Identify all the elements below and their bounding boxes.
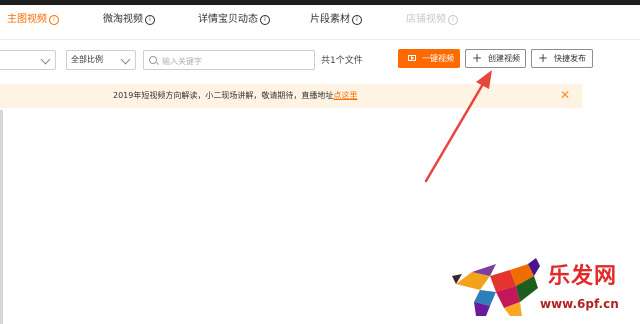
notice-text: 2019年短视频方向解读，小二现场讲解，敬请期待，直播地址 [113,91,334,100]
notice-link[interactable]: 点这里 [333,91,357,100]
info-icon[interactable]: i [49,15,59,25]
quick-publish-button[interactable]: + 快捷发布 [531,49,593,68]
create-video-label: 创建视频 [488,54,520,63]
watermark-url: www.6pf.cn [540,297,619,311]
search-box [143,50,315,70]
search-input[interactable] [160,53,314,69]
video-type-tabs: 主图视频 i 微淘视频 i 详情宝贝动态 i 片段素材 i 店铺视频 i [0,5,640,40]
tab-clip-material[interactable]: 片段素材 i [310,13,362,27]
chevron-down-icon [40,54,51,65]
tab-store-video[interactable]: 店铺视频 i [406,13,458,27]
info-icon[interactable]: i [352,15,362,25]
notice-message: 2019年短视频方向解读，小二现场讲解，敬请期待，直播地址点这里 [113,90,357,101]
quick-publish-label: 快捷发布 [554,54,586,63]
one-click-video-button[interactable]: 一键视频 [398,49,460,68]
search-icon[interactable] [149,56,157,64]
info-icon[interactable]: i [260,15,270,25]
plus-icon: + [538,51,549,65]
ratio-select-value: 全部比例 [71,55,103,64]
plus-icon: + [472,51,483,65]
tab-detail-item-dynamic[interactable]: 详情宝贝动态 i [198,13,270,27]
create-video-button[interactable]: + 创建视频 [465,49,526,68]
tab-label: 详情宝贝动态 [198,14,258,25]
info-icon[interactable]: i [145,15,155,25]
notice-banner: 2019年短视频方向解读，小二现场讲解，敬请期待，直播地址点这里 ✕ [0,84,582,108]
file-count: 共1个文件 [321,56,363,66]
content-left-border [0,110,3,324]
watermark-title: 乐发网 [548,263,618,289]
close-icon[interactable]: ✕ [558,88,572,102]
ratio-select[interactable]: 全部比例 [66,50,136,70]
tab-weitao-video[interactable]: 微淘视频 i [103,13,155,27]
one-click-video-label: 一键视频 [422,54,454,63]
tab-label: 主图视频 [7,14,47,25]
bull-mascot-logo [452,258,540,316]
tab-label: 片段素材 [310,14,350,25]
chevron-down-icon [120,54,131,65]
tab-label: 店铺视频 [406,14,446,25]
filter-toolbar: 全部比例 共1个文件 一键视频 + 创建视频 + 快捷发布 [0,40,640,84]
tab-label: 微淘视频 [103,14,143,25]
info-icon[interactable]: i [448,15,458,25]
category-select[interactable] [0,50,56,70]
video-play-icon [408,55,416,61]
tab-main-image-video[interactable]: 主图视频 i [7,13,59,27]
